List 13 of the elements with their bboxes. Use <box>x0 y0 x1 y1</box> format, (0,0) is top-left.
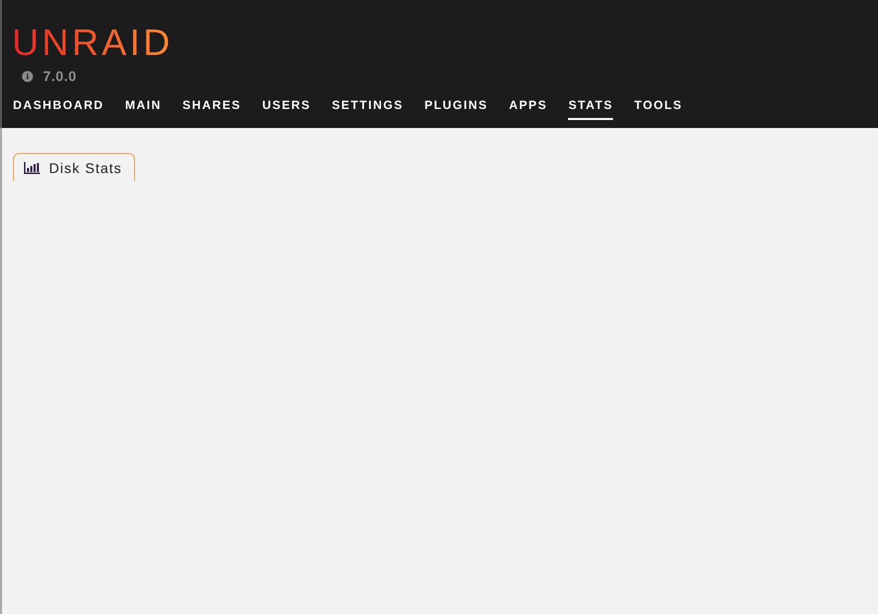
nav-tab[interactable]: MAIN <box>125 97 162 120</box>
nav-tab[interactable]: STATS <box>568 97 614 120</box>
nav-tab[interactable]: SETTINGS <box>332 97 404 120</box>
nav-tab[interactable]: PLUGINS <box>424 97 488 120</box>
info-icon[interactable] <box>22 70 33 82</box>
nav-tab[interactable]: DASHBOARD <box>13 97 104 120</box>
bar-chart-icon <box>24 162 40 174</box>
version-text: 7.0.0 <box>43 68 77 84</box>
disk-stats-tab[interactable]: Disk Stats <box>13 153 136 181</box>
nav-tab[interactable]: SHARES <box>182 97 242 120</box>
nav-tab[interactable]: TOOLS <box>634 97 683 120</box>
nav-tab[interactable]: USERS <box>262 97 311 120</box>
nav-tab[interactable]: APPS <box>508 97 548 120</box>
